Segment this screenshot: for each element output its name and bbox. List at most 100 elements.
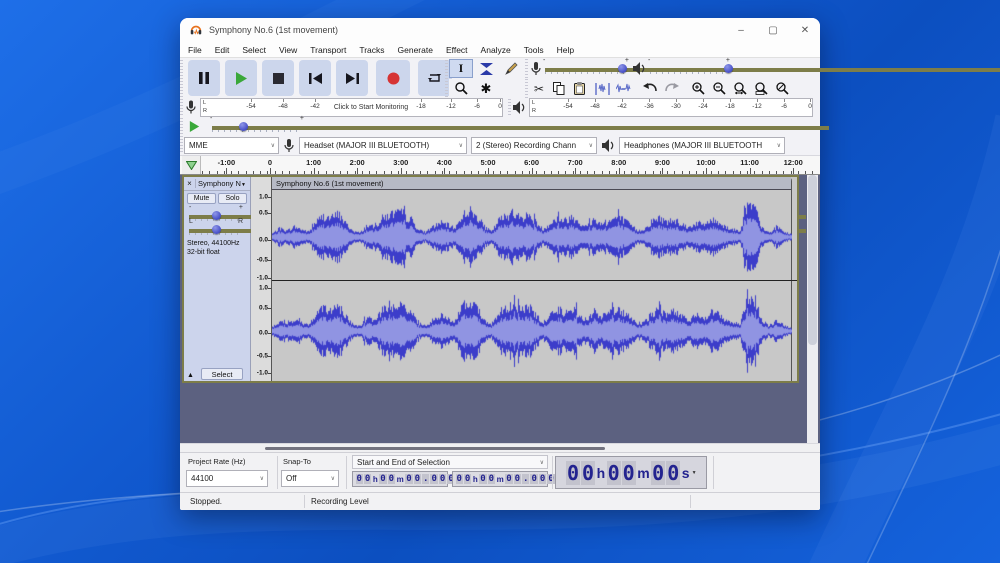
timeline-ruler[interactable]: -1:0001:002:003:004:005:006:007:008:009:…: [180, 155, 820, 175]
maximize-button[interactable]: ▢: [766, 25, 780, 36]
zoom-toggle-button[interactable]: [772, 79, 793, 98]
menu-tools[interactable]: Tools: [524, 45, 544, 55]
skip-to-end-icon: [346, 73, 359, 84]
recording-meter[interactable]: LR -54-48-42-18-12-60Click to Start Moni…: [200, 98, 503, 117]
recording-channels-select[interactable]: 2 (Stereo) Recording Chann∨: [471, 137, 597, 154]
pan-thumb[interactable]: [212, 225, 221, 234]
play-at-speed-icon: [189, 121, 200, 132]
gain-slider[interactable]: - +: [189, 210, 243, 222]
speed-min-label: -: [210, 115, 212, 122]
menu-view[interactable]: View: [279, 45, 297, 55]
waveform-region[interactable]: Symphony No.6 (1st movement): [272, 177, 797, 381]
playback-meter[interactable]: LR -54-48-42-36-30-24-18-12-60: [529, 98, 813, 117]
draw-tool-button[interactable]: [499, 59, 523, 78]
time-digit: .: [422, 474, 429, 484]
waveform-left-channel[interactable]: [272, 190, 792, 280]
play-speed-thumb[interactable]: [239, 122, 248, 131]
copy-button[interactable]: [549, 79, 569, 98]
multi-tool-button[interactable]: ✱: [474, 79, 498, 98]
fit-project-icon: [755, 82, 769, 95]
time-digit: 0: [388, 474, 395, 484]
status-state: Stopped.: [190, 497, 222, 506]
zoom-out-button[interactable]: [709, 79, 730, 98]
menu-analyze[interactable]: Analyze: [481, 45, 511, 55]
select-track-button[interactable]: Select: [201, 368, 243, 380]
track-close-button[interactable]: ×: [184, 179, 196, 188]
cut-button[interactable]: ✂: [529, 79, 549, 98]
waveform-right-channel[interactable]: [272, 281, 792, 381]
playback-meter-speaker-icon[interactable]: [513, 101, 526, 114]
time-digit: 0: [364, 474, 371, 484]
track-format-info: Stereo, 44100Hz 32-bit float: [187, 239, 240, 257]
title-bar[interactable]: Symphony No.6 (1st movement) – ▢ ✕: [180, 18, 820, 42]
menu-generate[interactable]: Generate: [398, 45, 433, 55]
solo-button[interactable]: Solo: [218, 193, 247, 204]
recording-volume-slider[interactable]: -+: [545, 63, 627, 75]
mute-button[interactable]: Mute: [187, 193, 216, 204]
horizontal-scrollbar-thumb[interactable]: [265, 447, 605, 450]
minimize-button[interactable]: –: [734, 25, 748, 36]
edit-grip: [525, 79, 528, 98]
time-digit: 0: [430, 474, 437, 484]
project-rate-select[interactable]: 44100∨: [186, 470, 268, 487]
snap-to-select[interactable]: Off∨: [281, 470, 339, 487]
menu-file[interactable]: File: [188, 45, 202, 55]
clip-title-bar[interactable]: Symphony No.6 (1st movement): [272, 177, 791, 190]
gain-thumb[interactable]: [212, 211, 221, 220]
menu-help[interactable]: Help: [557, 45, 574, 55]
collapse-track-button[interactable]: ▲: [187, 372, 194, 379]
menu-tracks[interactable]: Tracks: [359, 45, 384, 55]
trim-outside-selection-button[interactable]: [592, 79, 613, 98]
vruler-label: 0.0: [259, 237, 268, 244]
skip-to-end-button[interactable]: [336, 60, 368, 96]
play-button[interactable]: [225, 60, 257, 96]
snap-to-label: Snap-To: [283, 457, 311, 466]
paste-button[interactable]: [569, 79, 589, 98]
fit-selection-button[interactable]: [730, 79, 751, 98]
vertical-scrollbar-thumb[interactable]: [808, 175, 817, 345]
audio-track[interactable]: × Symphony N▼ Mute Solo - + L R: [182, 175, 799, 383]
menu-select[interactable]: Select: [242, 45, 266, 55]
time-format-arrow-icon[interactable]: ▼: [692, 470, 697, 476]
click-to-start-monitoring[interactable]: Click to Start Monitoring: [334, 104, 408, 111]
menu-bar: File Edit Select View Transport Tracks G…: [180, 42, 820, 58]
time-digit: 0: [666, 461, 680, 485]
menu-edit[interactable]: Edit: [215, 45, 230, 55]
pause-icon: [198, 72, 210, 84]
skip-to-start-button[interactable]: [299, 60, 331, 96]
time-digit: s: [681, 465, 691, 481]
zoom-tool-button[interactable]: [449, 79, 473, 98]
stop-button[interactable]: [262, 60, 294, 96]
fit-project-button[interactable]: [751, 79, 772, 98]
audio-position-display[interactable]: 00h00m00s▼: [555, 456, 707, 489]
track-control-panel[interactable]: × Symphony N▼ Mute Solo - + L R: [184, 177, 251, 381]
selection-mode-select[interactable]: Start and End of Selection∨: [352, 455, 548, 469]
menu-effect[interactable]: Effect: [446, 45, 468, 55]
close-button[interactable]: ✕: [798, 25, 812, 36]
undo-button[interactable]: [639, 79, 660, 98]
recording-meter-mic-icon[interactable]: [186, 100, 196, 115]
play-at-speed-button[interactable]: [184, 118, 204, 135]
audio-host-select[interactable]: MME∨: [184, 137, 279, 154]
track-name-menu[interactable]: Symphony N▼: [196, 179, 250, 188]
playback-volume-thumb[interactable]: [724, 64, 733, 73]
vertical-scrollbar[interactable]: [807, 175, 818, 443]
track-area[interactable]: × Symphony N▼ Mute Solo - + L R: [180, 175, 820, 443]
selection-tool-button[interactable]: I: [449, 59, 473, 78]
horizontal-scrollbar[interactable]: [180, 443, 820, 452]
selection-start-field[interactable]: 00h00m00.000s▼: [352, 471, 448, 487]
zoom-in-button[interactable]: [688, 79, 709, 98]
silence-selection-button[interactable]: [613, 79, 634, 98]
redo-button[interactable]: [661, 79, 682, 98]
menu-transport[interactable]: Transport: [310, 45, 346, 55]
envelope-tool-button[interactable]: [474, 59, 498, 78]
pause-button[interactable]: [188, 60, 220, 96]
time-digit: 0: [456, 474, 463, 484]
playback-device-select[interactable]: Headphones (MAJOR III BLUETOOTH∨: [619, 137, 785, 154]
playback-volume-slider[interactable]: -+: [650, 63, 728, 75]
pan-slider[interactable]: L R: [189, 224, 243, 236]
selection-end-field[interactable]: 00h00m00.000s▼: [452, 471, 548, 487]
play-speed-slider[interactable]: - +: [212, 121, 302, 133]
recording-device-select[interactable]: Headset (MAJOR III BLUETOOTH)∨: [299, 137, 467, 154]
record-button[interactable]: [376, 60, 410, 96]
